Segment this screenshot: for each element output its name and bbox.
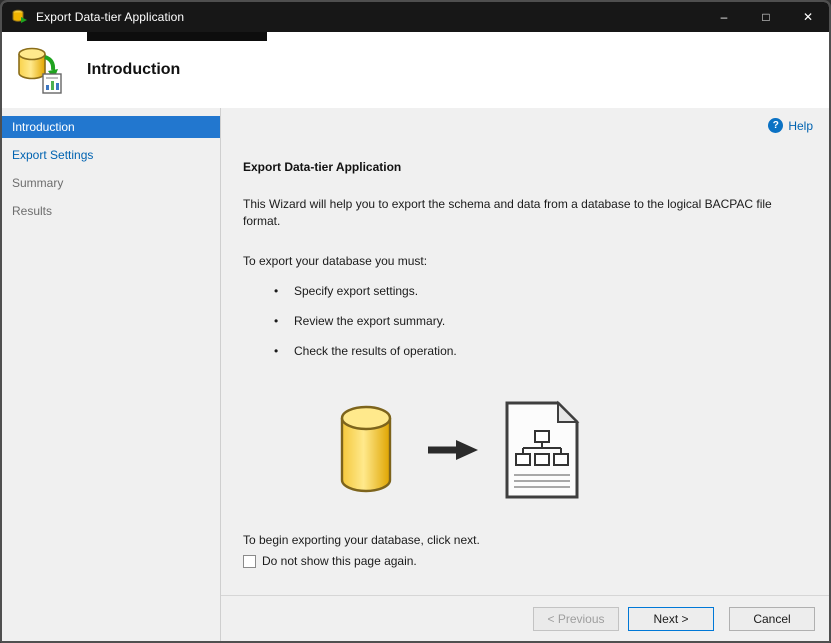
window-title: Export Data-tier Application bbox=[36, 10, 185, 24]
page-title: Introduction bbox=[87, 61, 181, 78]
sidebar-item-results: Results bbox=[12, 204, 53, 218]
bacpac-document-icon bbox=[504, 400, 580, 503]
export-wizard-window: Export Data-tier Application – □ ✕ Intro… bbox=[0, 0, 831, 643]
requirements-list: • Specify export settings. • Review the … bbox=[243, 284, 805, 358]
help-row: ? Help bbox=[221, 108, 829, 136]
list-item-text: Review the export summary. bbox=[294, 314, 446, 328]
help-label: Help bbox=[788, 118, 813, 133]
minimize-button[interactable]: – bbox=[703, 2, 745, 32]
export-illustration bbox=[338, 400, 805, 503]
list-item: • Specify export settings. bbox=[243, 284, 805, 298]
right-arrow-icon bbox=[428, 438, 478, 465]
sidebar-item-introduction[interactable]: Introduction bbox=[2, 116, 220, 138]
cancel-button[interactable]: Cancel bbox=[729, 606, 815, 631]
previous-button[interactable]: < Previous bbox=[533, 606, 619, 631]
content-heading: Export Data-tier Application bbox=[243, 160, 402, 174]
must-text: To export your database you must: bbox=[243, 254, 428, 268]
content-pane: ? Help Export Data-tier Application This… bbox=[221, 108, 829, 641]
content-inner: Export Data-tier Application This Wizard… bbox=[221, 136, 829, 595]
wizard-steps-nav: Introduction Export Settings Summary Res… bbox=[2, 108, 221, 641]
next-button[interactable]: Next > bbox=[628, 606, 714, 631]
close-button[interactable]: ✕ bbox=[787, 2, 829, 32]
intro-text: This Wizard will help you to export the … bbox=[243, 197, 772, 228]
wizard-body: Introduction Export Settings Summary Res… bbox=[2, 108, 829, 641]
background-window-artifact bbox=[87, 32, 267, 41]
wizard-header: Introduction bbox=[2, 32, 829, 108]
help-link[interactable]: ? Help bbox=[768, 115, 813, 136]
bullet-icon: • bbox=[274, 314, 279, 328]
database-export-icon bbox=[12, 9, 28, 25]
bullet-icon: • bbox=[274, 344, 279, 358]
sidebar-item-summary: Summary bbox=[12, 176, 64, 190]
checkbox-box[interactable] bbox=[243, 554, 256, 568]
dont-show-again-checkbox[interactable]: Do not show this page again. bbox=[243, 554, 417, 568]
list-item: • Review the export summary. bbox=[243, 314, 805, 328]
list-item: • Check the results of operation. bbox=[243, 344, 805, 358]
bullet-icon: • bbox=[274, 284, 279, 298]
list-item-text: Check the results of operation. bbox=[294, 344, 457, 358]
maximize-button[interactable]: □ bbox=[745, 2, 787, 32]
begin-text: To begin exporting your database, click … bbox=[243, 533, 480, 547]
footer-bar: < Previous Next > Cancel bbox=[221, 595, 829, 641]
list-item-text: Specify export settings. bbox=[294, 284, 419, 298]
title-bar: Export Data-tier Application – □ ✕ bbox=[2, 2, 829, 32]
database-cylinder-icon bbox=[338, 405, 394, 498]
export-dac-icon bbox=[15, 45, 65, 95]
checkbox-label: Do not show this page again. bbox=[262, 554, 417, 568]
window-controls: – □ ✕ bbox=[703, 2, 829, 32]
help-icon: ? bbox=[768, 118, 784, 133]
sidebar-item-export-settings[interactable]: Export Settings bbox=[2, 144, 220, 166]
